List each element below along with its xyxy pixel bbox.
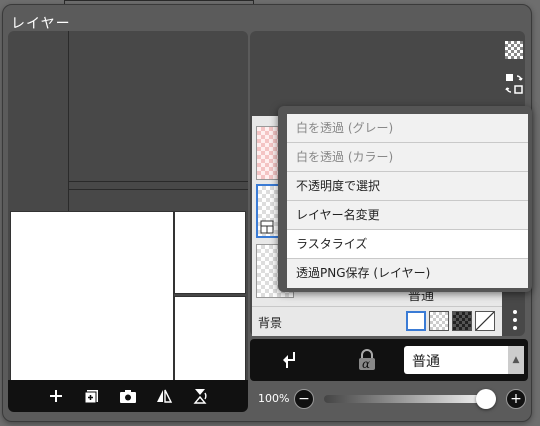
- alpha-lock-icon[interactable]: α: [356, 348, 378, 372]
- menu-item-save-transparent-png[interactable]: 透過PNG保存 (レイヤー): [287, 259, 528, 288]
- panel-title: レイヤー: [11, 16, 71, 32]
- more-options-icon[interactable]: [503, 305, 527, 335]
- background-label: 背景: [258, 316, 283, 330]
- background-white-swatch[interactable]: [406, 311, 426, 331]
- preview-toolbar: [8, 380, 248, 412]
- frame-line: [68, 189, 248, 190]
- preview-page-top-right: [174, 211, 246, 294]
- blend-mode-bar: α 普通 ▲: [250, 339, 528, 381]
- opacity-increase-button[interactable]: +: [506, 389, 526, 409]
- opacity-decrease-button[interactable]: −: [294, 389, 314, 409]
- dropdown-arrow-icon: ▲: [508, 346, 524, 374]
- menu-item-rename-layer[interactable]: レイヤー名変更: [287, 201, 528, 230]
- background-light-checker-swatch[interactable]: [429, 311, 449, 331]
- camera-icon[interactable]: [118, 386, 138, 406]
- menu-item-select-by-opacity[interactable]: 不透明度で選択: [287, 172, 528, 201]
- layer-context-menu: 白を透過 (グレー) 白を透過 (カラー) 不透明度で選択 レイヤー名変更 ラス…: [278, 106, 532, 292]
- preview-page-main: [10, 211, 174, 381]
- background-row: 背景: [252, 306, 502, 336]
- blend-mode-select[interactable]: 普通 ▲: [404, 346, 524, 374]
- alpha-glyph: α: [362, 357, 371, 371]
- opacity-value: 100%: [258, 392, 290, 405]
- flip-icon[interactable]: [154, 386, 174, 406]
- transparency-icon[interactable]: [502, 38, 526, 62]
- preview-page-bottom-right: [174, 296, 246, 381]
- opacity-row: 100% − +: [250, 383, 528, 413]
- rotate-icon[interactable]: [190, 386, 210, 406]
- opacity-slider-thumb[interactable]: [476, 389, 496, 409]
- opacity-slider[interactable]: [324, 389, 496, 409]
- menu-item-white-transparent-gray[interactable]: 白を透過 (グレー): [287, 114, 528, 143]
- canvas-preview[interactable]: [8, 31, 248, 389]
- menu-item-white-transparent-color[interactable]: 白を透過 (カラー): [287, 143, 528, 172]
- frame-line: [68, 181, 248, 182]
- add-material-icon[interactable]: [82, 386, 102, 406]
- add-layer-icon[interactable]: [46, 386, 66, 406]
- background-none-swatch[interactable]: [475, 311, 495, 331]
- clipping-icon[interactable]: [280, 350, 298, 374]
- menu-item-rasterize[interactable]: ラスタライズ: [287, 230, 528, 259]
- swap-layer-icon[interactable]: [502, 72, 526, 96]
- background-dark-checker-swatch[interactable]: [452, 311, 472, 331]
- frame-layer-icon: [260, 220, 274, 234]
- blend-mode-value: 普通: [412, 354, 440, 370]
